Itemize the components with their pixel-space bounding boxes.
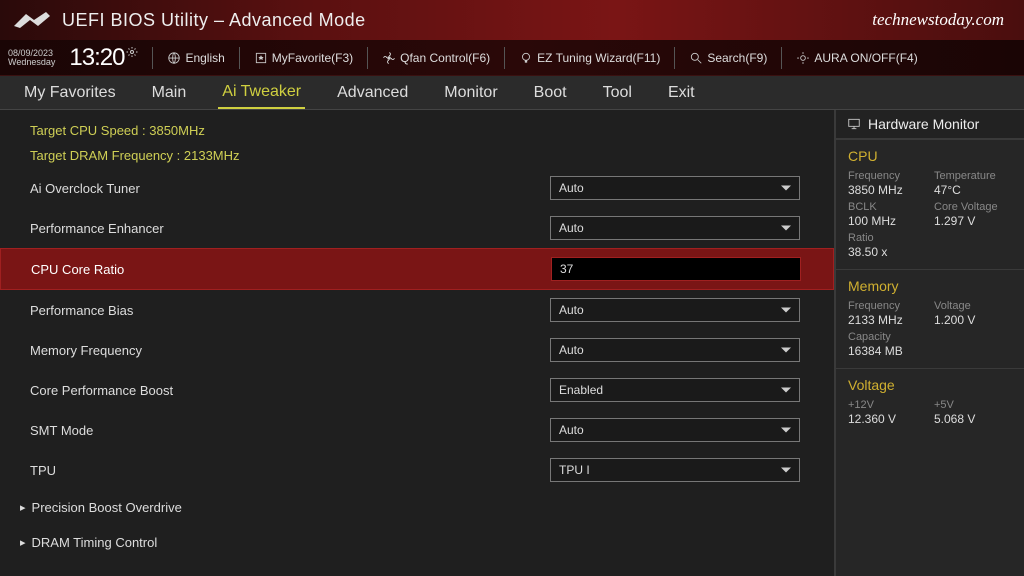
memory-frequency-dropdown[interactable]: Auto — [550, 338, 800, 362]
monitor-icon — [846, 117, 862, 131]
hw-v5-label: +5V — [934, 399, 1012, 411]
hw-cpu-temp-label: Temperature — [934, 170, 1012, 182]
hw-voltage-heading: Voltage — [836, 368, 1024, 397]
time-display: 13:20 — [69, 44, 138, 72]
tab-my-favorites[interactable]: My Favorites — [20, 78, 120, 108]
setting-performance-bias[interactable]: Performance Bias Auto — [0, 290, 834, 330]
cpu-core-ratio-input[interactable]: 37 — [551, 257, 801, 281]
globe-icon — [167, 51, 181, 65]
hw-cpu-cvolt-label: Core Voltage — [934, 201, 1012, 213]
hw-cpu-bclk-label: BCLK — [848, 201, 926, 213]
myfavorite-button[interactable]: MyFavorite(F3) — [254, 51, 353, 65]
main-tabs: My Favorites Main Ai Tweaker Advanced Mo… — [0, 76, 1024, 110]
gear-icon[interactable] — [126, 46, 138, 58]
setting-smt-mode[interactable]: SMT Mode Auto — [0, 410, 834, 450]
aura-button[interactable]: AURA ON/OFF(F4) — [796, 51, 917, 65]
tab-main[interactable]: Main — [148, 78, 191, 108]
info-bar: 08/09/2023 Wednesday 13:20 English MyFav… — [0, 40, 1024, 76]
watermark-text: technewstoday.com — [872, 10, 1004, 30]
tpu-dropdown[interactable]: TPU I — [550, 458, 800, 482]
hw-mem-cap-label: Capacity — [848, 331, 926, 343]
bulb-icon — [519, 51, 533, 65]
hardware-monitor-header: Hardware Monitor — [836, 110, 1024, 139]
hw-cpu-heading: CPU — [836, 139, 1024, 168]
search-icon — [689, 51, 703, 65]
aura-icon — [796, 51, 810, 65]
hardware-monitor-panel: Hardware Monitor CPU Frequency3850 MHz T… — [834, 110, 1024, 576]
hw-cpu-freq-value: 3850 MHz — [848, 183, 926, 197]
hw-mem-volt-value: 1.200 V — [934, 313, 1012, 327]
hw-memory-heading: Memory — [836, 269, 1024, 298]
settings-panel: Target CPU Speed : 3850MHz Target DRAM F… — [0, 110, 834, 576]
qfan-button[interactable]: Qfan Control(F6) — [382, 51, 490, 65]
hw-cpu-ratio-label: Ratio — [848, 232, 926, 244]
setting-memory-frequency[interactable]: Memory Frequency Auto — [0, 330, 834, 370]
setting-ai-overclock-tuner[interactable]: Ai Overclock Tuner Auto — [0, 168, 834, 208]
hw-mem-volt-label: Voltage — [934, 300, 1012, 312]
tab-tool[interactable]: Tool — [599, 78, 636, 108]
rog-logo-icon — [12, 8, 52, 32]
tab-ai-tweaker[interactable]: Ai Tweaker — [218, 77, 305, 109]
setting-cpu-core-ratio[interactable]: CPU Core Ratio 37 — [0, 248, 834, 290]
day-text: Wednesday — [8, 58, 55, 67]
tab-advanced[interactable]: Advanced — [333, 78, 412, 108]
setting-core-performance-boost[interactable]: Core Performance Boost Enabled — [0, 370, 834, 410]
tab-exit[interactable]: Exit — [664, 78, 699, 108]
hw-cpu-cvolt-value: 1.297 V — [934, 214, 1012, 228]
star-icon — [254, 51, 268, 65]
hw-cpu-ratio-value: 38.50 x — [848, 245, 926, 259]
bios-title: UEFI BIOS Utility – Advanced Mode — [62, 10, 872, 31]
expander-dram-timing-control[interactable]: DRAM Timing Control — [0, 525, 834, 560]
smt-mode-dropdown[interactable]: Auto — [550, 418, 800, 442]
search-button[interactable]: Search(F9) — [689, 51, 767, 65]
hw-v5-value: 5.068 V — [934, 412, 1012, 426]
hw-v12-label: +12V — [848, 399, 926, 411]
fan-icon — [382, 51, 396, 65]
language-button[interactable]: English — [167, 51, 224, 65]
ai-overclock-tuner-dropdown[interactable]: Auto — [550, 176, 800, 200]
setting-tpu[interactable]: TPU TPU I — [0, 450, 834, 490]
hw-cpu-temp-value: 47°C — [934, 183, 1012, 197]
hw-mem-freq-value: 2133 MHz — [848, 313, 926, 327]
core-performance-boost-dropdown[interactable]: Enabled — [550, 378, 800, 402]
hw-mem-cap-value: 16384 MB — [848, 344, 926, 358]
hw-v12-value: 12.360 V — [848, 412, 926, 426]
target-dram-freq: Target DRAM Frequency : 2133MHz — [0, 143, 834, 168]
target-cpu-speed: Target CPU Speed : 3850MHz — [0, 118, 834, 143]
hw-mem-freq-label: Frequency — [848, 300, 926, 312]
title-bar: UEFI BIOS Utility – Advanced Mode techne… — [0, 0, 1024, 40]
eztuning-button[interactable]: EZ Tuning Wizard(F11) — [519, 51, 660, 65]
expander-precision-boost-overdrive[interactable]: Precision Boost Overdrive — [0, 490, 834, 525]
performance-bias-dropdown[interactable]: Auto — [550, 298, 800, 322]
tab-monitor[interactable]: Monitor — [440, 78, 501, 108]
hw-cpu-freq-label: Frequency — [848, 170, 926, 182]
hw-cpu-bclk-value: 100 MHz — [848, 214, 926, 228]
tab-boot[interactable]: Boot — [530, 78, 571, 108]
date-block: 08/09/2023 Wednesday — [8, 49, 55, 67]
performance-enhancer-dropdown[interactable]: Auto — [550, 216, 800, 240]
setting-performance-enhancer[interactable]: Performance Enhancer Auto — [0, 208, 834, 248]
